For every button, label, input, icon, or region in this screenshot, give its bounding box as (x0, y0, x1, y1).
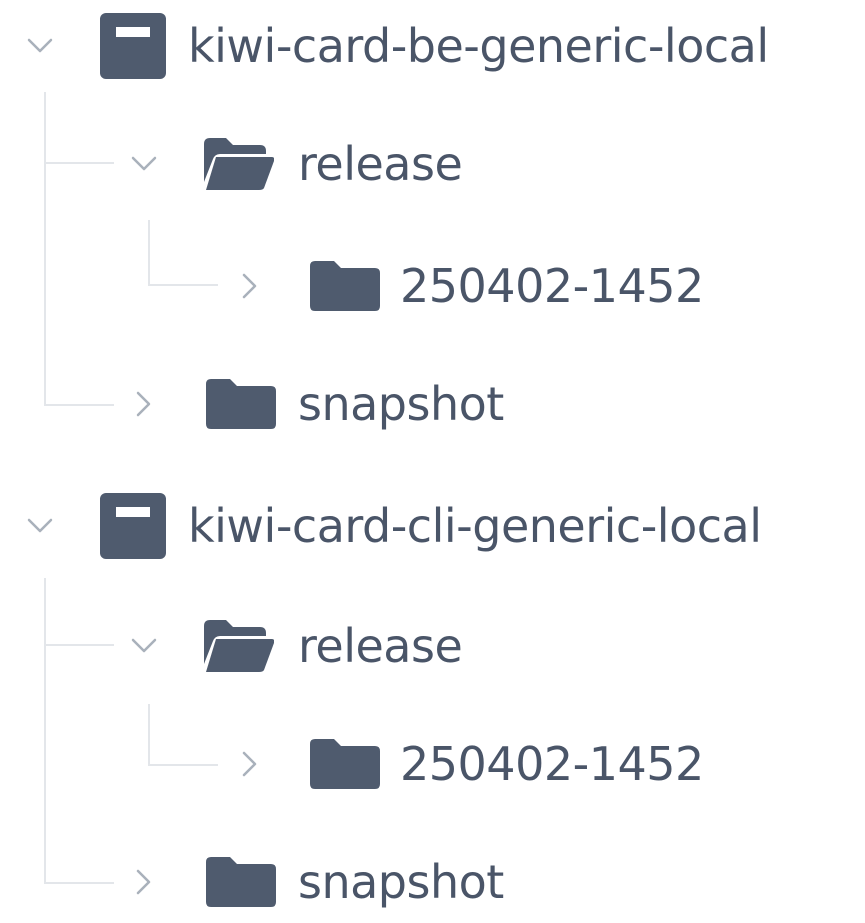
folder-icon (310, 261, 380, 311)
chevron-right-icon[interactable] (124, 384, 164, 424)
tree-node-repository[interactable]: kiwi-card-be-generic-local (20, 6, 769, 86)
chevron-right-icon[interactable] (124, 862, 164, 902)
tree-guide-line (44, 578, 46, 884)
chevron-down-icon[interactable] (124, 626, 164, 666)
tree-guide-line (148, 220, 150, 286)
chevron-down-icon[interactable] (20, 26, 60, 66)
tree-guide-line (44, 162, 114, 164)
chevron-right-icon[interactable] (230, 266, 270, 306)
tree-node-folder[interactable]: 250402-1452 (230, 246, 704, 326)
tree-node-label: snapshot (298, 377, 504, 431)
tree-guide-line (44, 92, 46, 406)
tree-node-label: kiwi-card-cli-generic-local (188, 499, 762, 553)
folder-open-icon (204, 138, 274, 190)
tree-node-label: release (298, 137, 463, 191)
tree-guide-line (148, 704, 150, 766)
tree-node-label: 250402-1452 (400, 737, 704, 791)
repository-tree: kiwi-card-be-generic-local release 25040… (0, 0, 865, 923)
tree-node-label: 250402-1452 (400, 259, 704, 313)
tree-node-label: snapshot (298, 855, 504, 909)
tree-node-folder[interactable]: snapshot (124, 842, 504, 922)
chevron-down-icon[interactable] (20, 506, 60, 546)
tree-guide-line (148, 764, 218, 766)
chevron-down-icon[interactable] (124, 144, 164, 184)
repository-icon (100, 493, 166, 559)
tree-guide-line (44, 644, 114, 646)
tree-node-label: release (298, 619, 463, 673)
tree-node-repository[interactable]: kiwi-card-cli-generic-local (20, 486, 762, 566)
tree-node-folder[interactable]: snapshot (124, 364, 504, 444)
tree-guide-line (148, 284, 218, 286)
folder-icon (310, 739, 380, 789)
tree-node-folder[interactable]: release (124, 606, 463, 686)
folder-icon (206, 857, 276, 907)
tree-node-folder[interactable]: 250402-1452 (230, 724, 704, 804)
tree-node-folder[interactable]: release (124, 124, 463, 204)
repository-icon (100, 13, 166, 79)
tree-node-label: kiwi-card-be-generic-local (188, 19, 769, 73)
tree-guide-line (44, 404, 114, 406)
folder-icon (206, 379, 276, 429)
folder-open-icon (204, 620, 274, 672)
tree-guide-line (44, 882, 114, 884)
chevron-right-icon[interactable] (230, 744, 270, 784)
